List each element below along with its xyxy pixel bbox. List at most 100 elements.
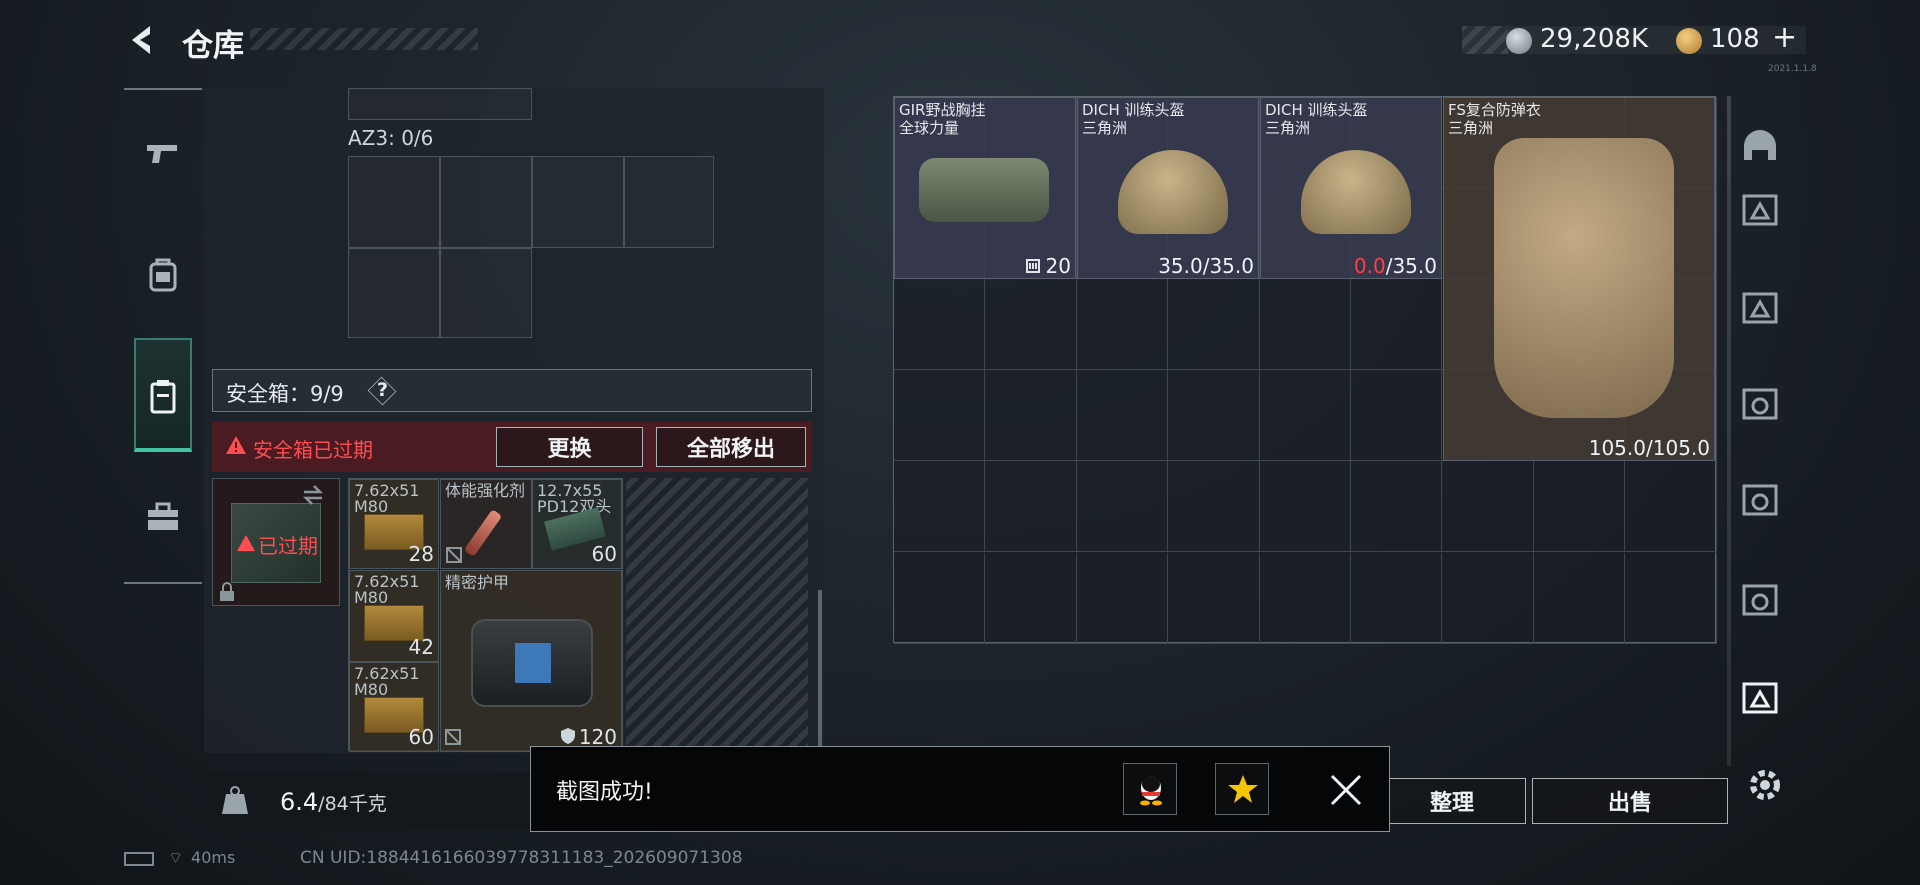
scrollbar[interactable] [818, 590, 822, 750]
grid-cell[interactable] [348, 248, 440, 338]
grid-cell[interactable] [624, 156, 714, 248]
ping-value: 40ms [191, 848, 236, 867]
armor-class-5-icon[interactable] [1738, 578, 1782, 622]
tidy-button[interactable]: 整理 [1378, 778, 1526, 824]
item-capacity: 20 [1045, 254, 1071, 278]
sell-button[interactable]: 出售 [1532, 778, 1728, 824]
share-qq-button[interactable] [1123, 763, 1177, 815]
warning-icon [237, 534, 255, 552]
armor-class-4-icon[interactable] [1738, 382, 1782, 426]
armor-class-3-icon[interactable] [1738, 286, 1782, 330]
warning-icon [226, 436, 246, 454]
item-brand: 三角洲 [1265, 119, 1311, 137]
capacity-icon [1026, 259, 1040, 273]
sidebar-item-toolbox[interactable] [134, 482, 192, 552]
inventory-item[interactable]: 精密护甲 120 [440, 570, 622, 752]
armor-class-4-icon[interactable] [1738, 478, 1782, 522]
storage-grid-cell[interactable] [1168, 279, 1260, 371]
settings-gear-icon[interactable] [1744, 764, 1786, 806]
storage-grid-cell[interactable] [1351, 279, 1443, 371]
swap-icon[interactable] [300, 484, 326, 506]
replace-button[interactable]: 更换 [496, 427, 643, 467]
storage-grid-cell[interactable] [1076, 279, 1169, 371]
sidebar-item-weapons[interactable] [134, 118, 192, 188]
storage-grid-cell[interactable] [1533, 552, 1626, 644]
item-durability: 105.0/105.0 [1588, 436, 1710, 460]
weight-icon [222, 786, 248, 814]
item-durability: 35.0/35.0 [1158, 254, 1254, 278]
inventory-item[interactable]: 7.62x51 M80 28 [349, 479, 439, 569]
storage-grid-cell[interactable] [894, 461, 986, 553]
storage-grid-cell[interactable] [1259, 370, 1351, 462]
expired-notice-text: 安全箱已过期 [253, 438, 373, 462]
wifi-icon: ⌔ [168, 848, 184, 867]
storage-grid-cell[interactable] [1259, 552, 1351, 644]
storage-grid-cell[interactable] [894, 370, 986, 462]
storage-grid-cell[interactable] [1351, 552, 1443, 644]
storage-grid-cell[interactable] [1259, 461, 1351, 553]
silver-currency-amount: 29,208K [1540, 24, 1649, 54]
pistol-icon [147, 145, 177, 163]
move-all-out-button[interactable]: 全部移出 [656, 427, 806, 467]
item-count: 60 [408, 725, 434, 749]
grid-cell[interactable] [348, 88, 532, 120]
share-qzone-button[interactable] [1215, 763, 1269, 815]
storage-grid-cell[interactable] [1351, 370, 1443, 462]
helmet-image [1301, 150, 1411, 234]
storage-grid-cell[interactable] [1168, 552, 1260, 644]
item-name: GIR野战胸挂 [899, 101, 986, 119]
storage-grid-cell[interactable] [894, 552, 986, 644]
add-currency-button[interactable]: + [1772, 20, 1797, 55]
storage-item-helmet[interactable]: DICH 训练头盔 三角洲 35.0/35.0 [1077, 97, 1259, 279]
storage-grid-cell[interactable] [985, 370, 1077, 462]
storage-item-helmet[interactable]: DICH 训练头盔 三角洲 0.0/35.0 [1260, 97, 1442, 279]
inventory-item[interactable]: 7.62x51 M80 42 [349, 570, 439, 662]
storage-grid-cell[interactable] [1351, 461, 1443, 553]
sidebar-item-equipment[interactable] [134, 240, 192, 310]
item-name: 7.62x51 M80 [354, 481, 420, 516]
inventory-item[interactable]: 7.62x51 M80 60 [349, 662, 439, 752]
storage-grid-cell[interactable] [985, 461, 1077, 553]
qzone-star-icon [1228, 775, 1258, 803]
storage-grid-cell[interactable] [985, 279, 1077, 371]
helmet-image [1118, 150, 1228, 234]
storage-grid-cell[interactable] [1076, 552, 1169, 644]
storage-grid-cell[interactable] [1259, 279, 1351, 371]
back-arrow-icon[interactable] [124, 22, 160, 58]
storage-grid-cell[interactable] [1625, 461, 1717, 553]
storage-grid-cell[interactable] [1442, 552, 1534, 644]
storage-grid-cell[interactable] [1076, 370, 1169, 462]
rail-scrollbar[interactable] [1727, 96, 1731, 766]
page-title: 仓库 [182, 28, 244, 64]
lock-icon [220, 582, 234, 601]
close-icon[interactable] [1328, 772, 1364, 808]
item-name: 精密护甲 [445, 573, 510, 592]
inventory-item[interactable]: 体能强化剂 [440, 479, 532, 569]
item-brand: 全球力量 [899, 119, 960, 137]
gold-coin-icon [1676, 28, 1702, 54]
storage-grid-cell[interactable] [1533, 461, 1626, 553]
armor-class-3-icon-selected[interactable] [1738, 676, 1782, 720]
network-status: ⌔ 40ms [124, 848, 235, 868]
storage-grid-cell[interactable] [1625, 552, 1717, 644]
grid-cell[interactable] [348, 156, 440, 248]
storage-grid-cell[interactable] [1168, 461, 1260, 553]
item-count: 42 [408, 635, 434, 659]
storage-grid-cell[interactable] [1168, 370, 1260, 462]
storage-item-chest-rig[interactable]: GIR野战胸挂 全球力量 20 [894, 97, 1076, 279]
grid-cell[interactable] [532, 156, 624, 248]
helmet-filter-icon[interactable] [1738, 126, 1782, 170]
toast-message: 截图成功! [556, 780, 653, 805]
grid-cell[interactable] [440, 156, 532, 248]
storage-item-body-armor[interactable]: FS复合防弹衣 三角洲 105.0/105.0 [1443, 97, 1715, 461]
storage-grid-cell[interactable] [894, 279, 986, 371]
storage-grid-cell[interactable] [985, 552, 1077, 644]
item-name: 7.62x51 M80 [354, 572, 420, 607]
item-name: 体能强化剂 [445, 481, 526, 500]
inventory-item[interactable]: 12.7x55 PD12双头 60 [532, 479, 622, 569]
grid-cell[interactable] [440, 248, 532, 338]
storage-grid-cell[interactable] [1076, 461, 1169, 553]
storage-grid-cell[interactable] [1442, 461, 1534, 553]
durability-shield-icon [561, 728, 575, 744]
armor-class-icon[interactable] [1738, 188, 1782, 232]
